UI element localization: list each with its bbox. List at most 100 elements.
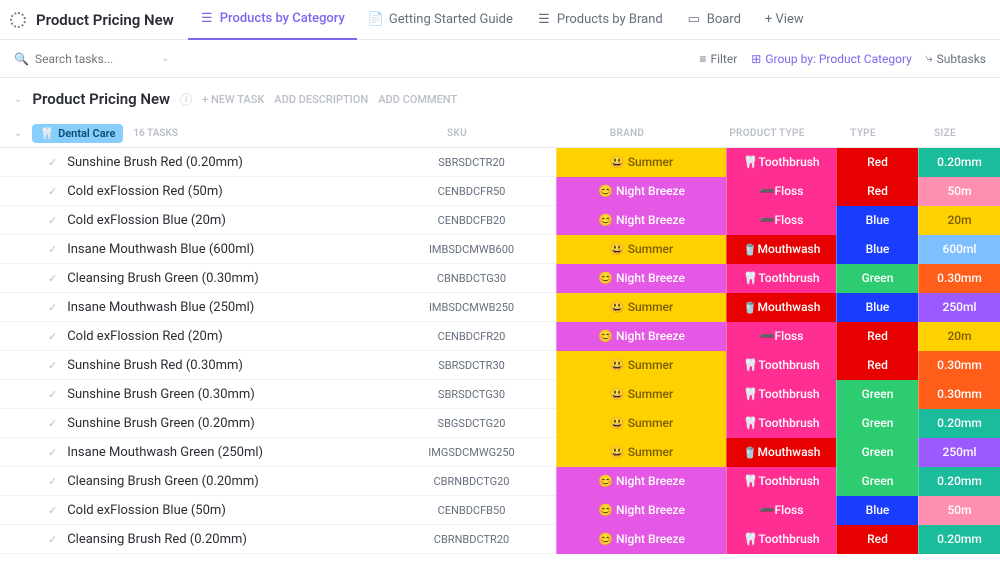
task-name[interactable]: Sunshine Brush Red (0.30mm) [67,358,243,373]
add-desc-button[interactable]: ADD DESCRIPTION [274,93,368,106]
tab-getting-started-guide[interactable]: 📄Getting Started Guide [357,0,525,40]
table-row[interactable]: ✓ Cleansing Brush Red (0.20mm) CBRNBDCTR20… [0,525,1000,554]
cell-type[interactable]: Blue [836,206,918,235]
cell-product-type[interactable]: ➖Floss [726,206,836,235]
cell-product-type[interactable]: 🦷Toothbrush [726,525,836,554]
cell-brand[interactable]: 😊 Night Breeze [556,177,726,206]
col-type[interactable]: TYPE [822,128,904,139]
collapse-icon[interactable]: ⌄ [14,94,22,105]
cell-type[interactable]: Red [836,177,918,206]
check-icon[interactable]: ✓ [48,185,57,198]
cell-brand[interactable]: 😃 Summer [556,148,726,177]
cell-brand[interactable]: 😃 Summer [556,351,726,380]
cell-type[interactable]: Red [836,148,918,177]
cell-product-type[interactable]: 🥤Mouthwash [726,438,836,467]
cell-brand[interactable]: 😃 Summer [556,293,726,322]
chevron-down-icon[interactable]: ⌄ [161,53,169,64]
task-name[interactable]: Cold exFlossion Red (20m) [67,329,223,344]
cell-size[interactable]: 50m [918,177,1000,206]
cell-sku[interactable]: SBRSDCTG30 [386,380,556,409]
table-row[interactable]: ✓ Sunshine Brush Green (0.20mm) SBGSDCTG20… [0,409,1000,438]
cell-size[interactable]: 0.30mm [918,351,1000,380]
check-icon[interactable]: ✓ [48,243,57,256]
task-name[interactable]: Insane Mouthwash Blue (600ml) [67,242,254,257]
subtasks-button[interactable]: ⤷Subtasks [926,51,986,66]
cell-type[interactable]: Red [836,525,918,554]
table-row[interactable]: ✓ Cold exFlossion Blue (50m) CENBDCFB50😊 N… [0,496,1000,525]
check-icon[interactable]: ✓ [48,417,57,430]
cell-sku[interactable]: IMBSDCMWB250 [386,293,556,322]
cell-sku[interactable]: CENBDCFB20 [386,206,556,235]
table-row[interactable]: ✓ Sunshine Brush Red (0.30mm) SBRSDCTR30😃 … [0,351,1000,380]
info-icon[interactable]: ⓘ [180,91,192,108]
new-task-button[interactable]: + NEW TASK [202,93,264,106]
cell-type[interactable]: Green [836,438,918,467]
table-row[interactable]: ✓Cleansing Brush Green (0.30mm)CBNBDCTG3… [0,264,1000,293]
table-row[interactable]: ✓Insane Mouthwash Green (250ml)IMGSDCMWG… [0,438,1000,467]
cell-size[interactable]: 0.30mm [918,264,1000,293]
table-row[interactable]: ✓Cleansing Brush Green (0.20mm)CBRNBDCTG… [0,467,1000,496]
check-icon[interactable]: ✓ [48,272,57,285]
check-icon[interactable]: ✓ [48,330,57,343]
check-icon[interactable]: ✓ [48,156,57,169]
cell-product-type[interactable]: 🥤Mouthwash [726,293,836,322]
cell-product-type[interactable]: ➖Floss [726,322,836,351]
cell-sku[interactable]: CENBDCFR50 [386,177,556,206]
check-icon[interactable]: ✓ [48,446,57,459]
cell-brand[interactable]: 😊 Night Breeze [556,206,726,235]
check-icon[interactable]: ✓ [48,359,57,372]
tab-board[interactable]: ▭Board [675,0,753,40]
task-name[interactable]: Cleansing Brush Green (0.20mm) [67,474,259,489]
cell-type[interactable]: Blue [836,235,918,264]
filter-button[interactable]: ≡Filter [699,52,737,66]
table-row[interactable]: ✓Cold exFlossion Red (50m)CENBDCFR50😊 Ni… [0,177,1000,206]
cell-product-type[interactable]: ➖Floss [726,177,836,206]
cell-type[interactable]: Red [836,351,918,380]
cell-sku[interactable]: IMGSDCMWG250 [386,438,556,467]
cell-brand[interactable]: 😃 Summer [556,409,726,438]
table-row[interactable]: ✓Insane Mouthwash Blue (250ml)IMBSDCMWB2… [0,293,1000,322]
tab-products-by-category[interactable]: ☰Products by Category [188,0,357,40]
task-name[interactable]: Insane Mouthwash Blue (250ml) [67,300,254,315]
cell-type[interactable]: Green [836,467,918,496]
task-name[interactable]: Cleansing Brush Red (0.20mm) [67,532,247,547]
cell-size[interactable]: 0.20mm [918,148,1000,177]
cell-size[interactable]: 0.20mm [918,467,1000,496]
table-row[interactable]: ✓Cold exFlossion Red (20m)CENBDCFR20😊 Ni… [0,322,1000,351]
check-icon[interactable]: ✓ [48,504,57,517]
task-name[interactable]: Cold exFlossion Blue (50m) [67,503,226,518]
cell-size[interactable]: 0.20mm [918,525,1000,554]
check-icon[interactable]: ✓ [48,214,57,227]
col-size[interactable]: SIZE [904,128,986,139]
cell-sku[interactable]: SBRSDCTR30 [386,351,556,380]
tab--view[interactable]: + View [753,0,816,40]
cell-brand[interactable]: 😃 Summer [556,438,726,467]
cell-type[interactable]: Red [836,322,918,351]
cell-size[interactable]: 250ml [918,293,1000,322]
cell-type[interactable]: Green [836,380,918,409]
task-name[interactable]: Sunshine Brush Green (0.20mm) [67,416,255,431]
cell-sku[interactable]: CBRNBDCTR20 [386,525,556,554]
cell-product-type[interactable]: 🦷Toothbrush [726,380,836,409]
cell-type[interactable]: Blue [836,293,918,322]
cell-product-type[interactable]: 🦷Toothbrush [726,148,836,177]
cell-sku[interactable]: CENBDCFB50 [386,496,556,525]
col-brand[interactable]: BRAND [542,128,712,139]
col-sku[interactable]: SKU [372,128,542,139]
groupby-button[interactable]: ⊞Group by: Product Category [751,52,912,66]
table-row[interactable]: ✓Sunshine Brush Red (0.20mm)SBRSDCTR20😃 … [0,148,1000,177]
cell-size[interactable]: 250ml [918,438,1000,467]
add-comment-button[interactable]: ADD COMMENT [378,93,457,106]
check-icon[interactable]: ✓ [48,533,57,546]
table-row[interactable]: ✓Insane Mouthwash Blue (600ml)IMBSDCMWB6… [0,235,1000,264]
cell-brand[interactable]: 😊 Night Breeze [556,525,726,554]
cell-sku[interactable]: SBGSDCTG20 [386,409,556,438]
check-icon[interactable]: ✓ [48,388,57,401]
cell-sku[interactable]: CENBDCFR20 [386,322,556,351]
cell-brand[interactable]: 😊 Night Breeze [556,496,726,525]
cell-sku[interactable]: CBRNBDCTG20 [386,467,556,496]
task-name[interactable]: Cleansing Brush Green (0.30mm) [67,271,259,286]
cell-brand[interactable]: 😊 Night Breeze [556,467,726,496]
cell-sku[interactable]: SBRSDCTR20 [386,148,556,177]
table-row[interactable]: ✓Sunshine Brush Green (0.30mm)SBRSDCTG30… [0,380,1000,409]
